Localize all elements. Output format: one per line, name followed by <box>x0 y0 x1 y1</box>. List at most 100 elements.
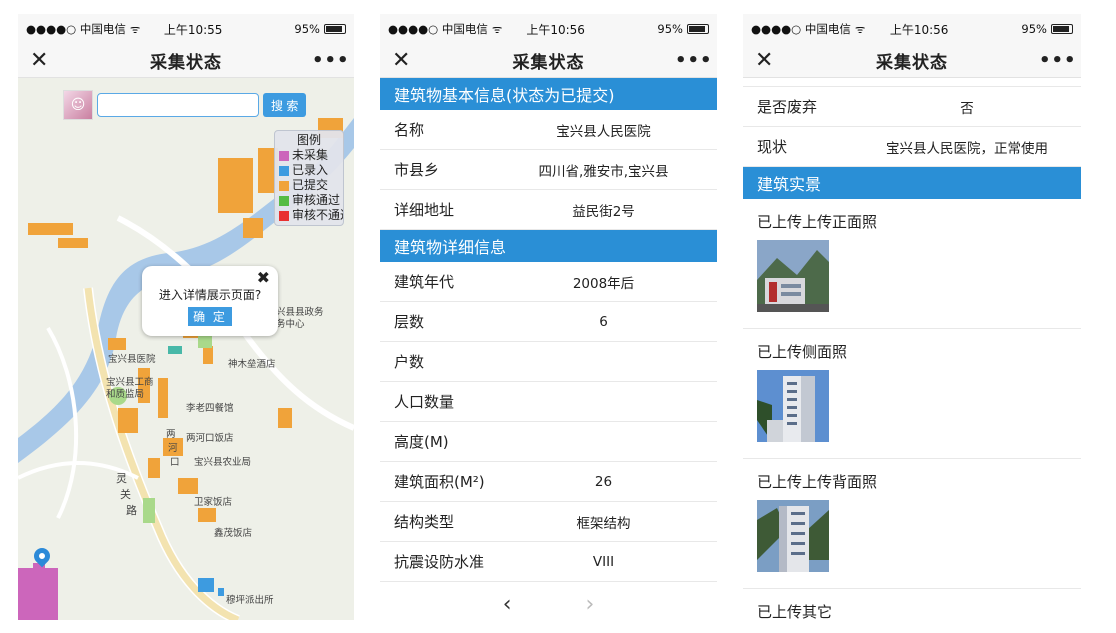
field-label: 建筑面积(M²) <box>394 473 485 491</box>
legend-item: 未采集 <box>279 148 339 163</box>
close-icon[interactable]: ✖ <box>257 268 270 287</box>
status-bar: ●●●●○ 中国电信 ᯤ 上午10:55 95% <box>18 14 354 44</box>
carrier-label: ●●●●○ 中国电信 <box>26 22 126 36</box>
page-title: 采集状态 <box>512 53 585 73</box>
prev-page-icon[interactable]: ‹ <box>503 592 512 617</box>
section-header: 建筑实景 <box>743 167 1081 199</box>
battery-percent: 95% <box>294 22 320 36</box>
field-value: 宝兴县人民医院，正常使用 <box>886 140 1048 157</box>
map-label: 鑫茂饭店 <box>214 528 253 539</box>
avatar[interactable]: ☺ <box>63 90 93 120</box>
field-label: 结构类型 <box>394 513 455 531</box>
field-value: 2008年后 <box>572 275 635 292</box>
legend-item: 审核通过 <box>279 193 340 208</box>
side-photo[interactable] <box>757 370 829 442</box>
close-icon[interactable]: ✕ <box>30 49 60 72</box>
legend-item: 已录入 <box>279 163 339 178</box>
detail-list[interactable]: 建筑物基本信息(状态为已提交) 名称 宝兴县人民医院 市县乡 四川省,雅安市,宝兴县… <box>380 78 717 620</box>
detail-row: 户数 <box>380 342 717 382</box>
battery-icon <box>1050 24 1073 34</box>
battery-icon <box>686 24 709 34</box>
pager: ‹ › <box>380 582 717 620</box>
map-view[interactable]: ☺ 搜 索 图例 未采集 已录入 已提交 审核通过 审核不通过 兴县县政务 务中… <box>18 78 354 620</box>
buildings-marked <box>168 346 182 354</box>
field-value: 6 <box>599 313 608 330</box>
more-icon[interactable]: ••• <box>312 50 349 71</box>
detail-row: 层数 6 <box>380 302 717 342</box>
field-value: 益民街2号 <box>572 203 635 220</box>
map-label: 河 <box>168 443 178 454</box>
detail-row: 名称 宝兴县人民医院 <box>380 110 717 150</box>
legend-label: 审核不通过 <box>292 208 343 222</box>
map-label: 路 <box>126 504 137 517</box>
status-bar: ●●●●○ 中国电信 ᯤ 上午10:56 95% <box>380 14 717 44</box>
legend-label: 已提交 <box>292 178 329 192</box>
field-label: 是否废弃 <box>757 98 818 116</box>
popup-message: 进入详情展示页面? <box>158 288 262 302</box>
clock: 上午10:56 <box>889 22 949 37</box>
battery-icon <box>323 24 346 34</box>
section-header: 建筑物详细信息 <box>380 230 717 262</box>
detail-screen: ●●●●○ 中国电信 ᯤ 上午10:56 95% ✕ 采集状态 ••• 建筑物基本… <box>380 14 717 620</box>
map-label: 关 <box>120 488 131 501</box>
field-label: 建筑年代 <box>394 273 455 291</box>
photo-label: 已上传上传背面照 <box>757 473 878 491</box>
map-label: 灵 <box>116 472 127 485</box>
field-label: 详细地址 <box>394 201 455 219</box>
map-label: 穆坪派出所 <box>226 595 274 606</box>
map-label: 宝兴县农业局 <box>194 457 252 468</box>
wifi-icon: ᯤ <box>491 21 503 36</box>
legend-swatch <box>279 180 289 191</box>
field-label: 现状 <box>757 138 788 156</box>
photo-label: 已上传其它 <box>757 603 833 620</box>
photo-list[interactable]: 是否废弃 否 现状 宝兴县人民医院，正常使用 建筑实景 已上传上传正面照 已上传侧面… <box>743 78 1081 620</box>
photo-item: 已上传上传背面照 <box>743 459 1081 589</box>
detail-row: 市县乡 四川省,雅安市,宝兴县 <box>380 150 717 190</box>
nav-bar: ✕ 采集状态 ••• <box>380 44 717 78</box>
map-legend: 图例 未采集 已录入 已提交 审核通过 审核不通过 <box>274 130 344 226</box>
confirm-button[interactable]: 确 定 <box>188 307 232 326</box>
map-label: 两 <box>166 429 176 440</box>
back-photo[interactable] <box>757 500 829 572</box>
wifi-icon: ᯤ <box>854 21 866 36</box>
map-label: 卫家饭店 <box>194 497 233 508</box>
field-label: 市县乡 <box>394 161 440 179</box>
legend-title: 图例 <box>296 133 321 147</box>
detail-row: 抗震设防水准 VIII <box>380 542 717 582</box>
carrier-label: ●●●●○ 中国电信 <box>388 22 488 36</box>
photo-item: 已上传上传正面照 <box>743 199 1081 329</box>
detail-row: 高度(M) <box>380 422 717 462</box>
nav-bar: ✕ 采集状态 ••• <box>743 44 1081 78</box>
search-input[interactable] <box>97 93 259 117</box>
photo-item: 已上传侧面照 <box>743 329 1081 459</box>
close-icon[interactable]: ✕ <box>392 49 422 72</box>
map-screen: ●●●●○ 中国电信 ᯤ 上午10:55 95% ✕ 采集状态 ••• ☺ 搜 … <box>18 14 354 620</box>
field-value: VIII <box>592 553 615 570</box>
search-bar: ☺ 搜 索 <box>63 90 307 120</box>
page-title: 采集状态 <box>876 53 948 73</box>
legend-item: 审核不通过 <box>279 208 343 223</box>
legend-item: 已提交 <box>279 178 339 193</box>
detail-row: 建筑年代 2008年后 <box>380 262 717 302</box>
detail-row: 现状 宝兴县人民医院，正常使用 <box>743 127 1081 167</box>
clock: 上午10:56 <box>526 22 585 37</box>
battery-percent: 95% <box>1021 22 1047 36</box>
next-page-icon[interactable]: › <box>586 592 595 617</box>
map-label: 李老四餐馆 <box>186 403 234 414</box>
front-photo[interactable] <box>757 240 829 312</box>
more-icon[interactable]: ••• <box>1039 50 1076 71</box>
more-icon[interactable]: ••• <box>675 50 712 71</box>
legend-label: 未采集 <box>292 148 329 162</box>
carrier-label: ●●●●○ 中国电信 <box>751 22 851 36</box>
list-divider <box>743 78 1081 87</box>
field-label: 高度(M) <box>394 433 449 451</box>
field-value: 宝兴县人民医院 <box>556 123 651 140</box>
photo-item: 已上传其它 <box>743 589 1081 620</box>
section-header: 建筑物基本信息(状态为已提交) <box>380 78 717 110</box>
detail-row: 人口数量 <box>380 382 717 422</box>
close-icon[interactable]: ✕ <box>755 49 785 72</box>
map-label: 宝兴县医院 <box>108 354 156 365</box>
battery-percent: 95% <box>657 22 683 36</box>
search-button[interactable]: 搜 索 <box>263 93 307 117</box>
photo-label: 已上传侧面照 <box>757 343 848 361</box>
